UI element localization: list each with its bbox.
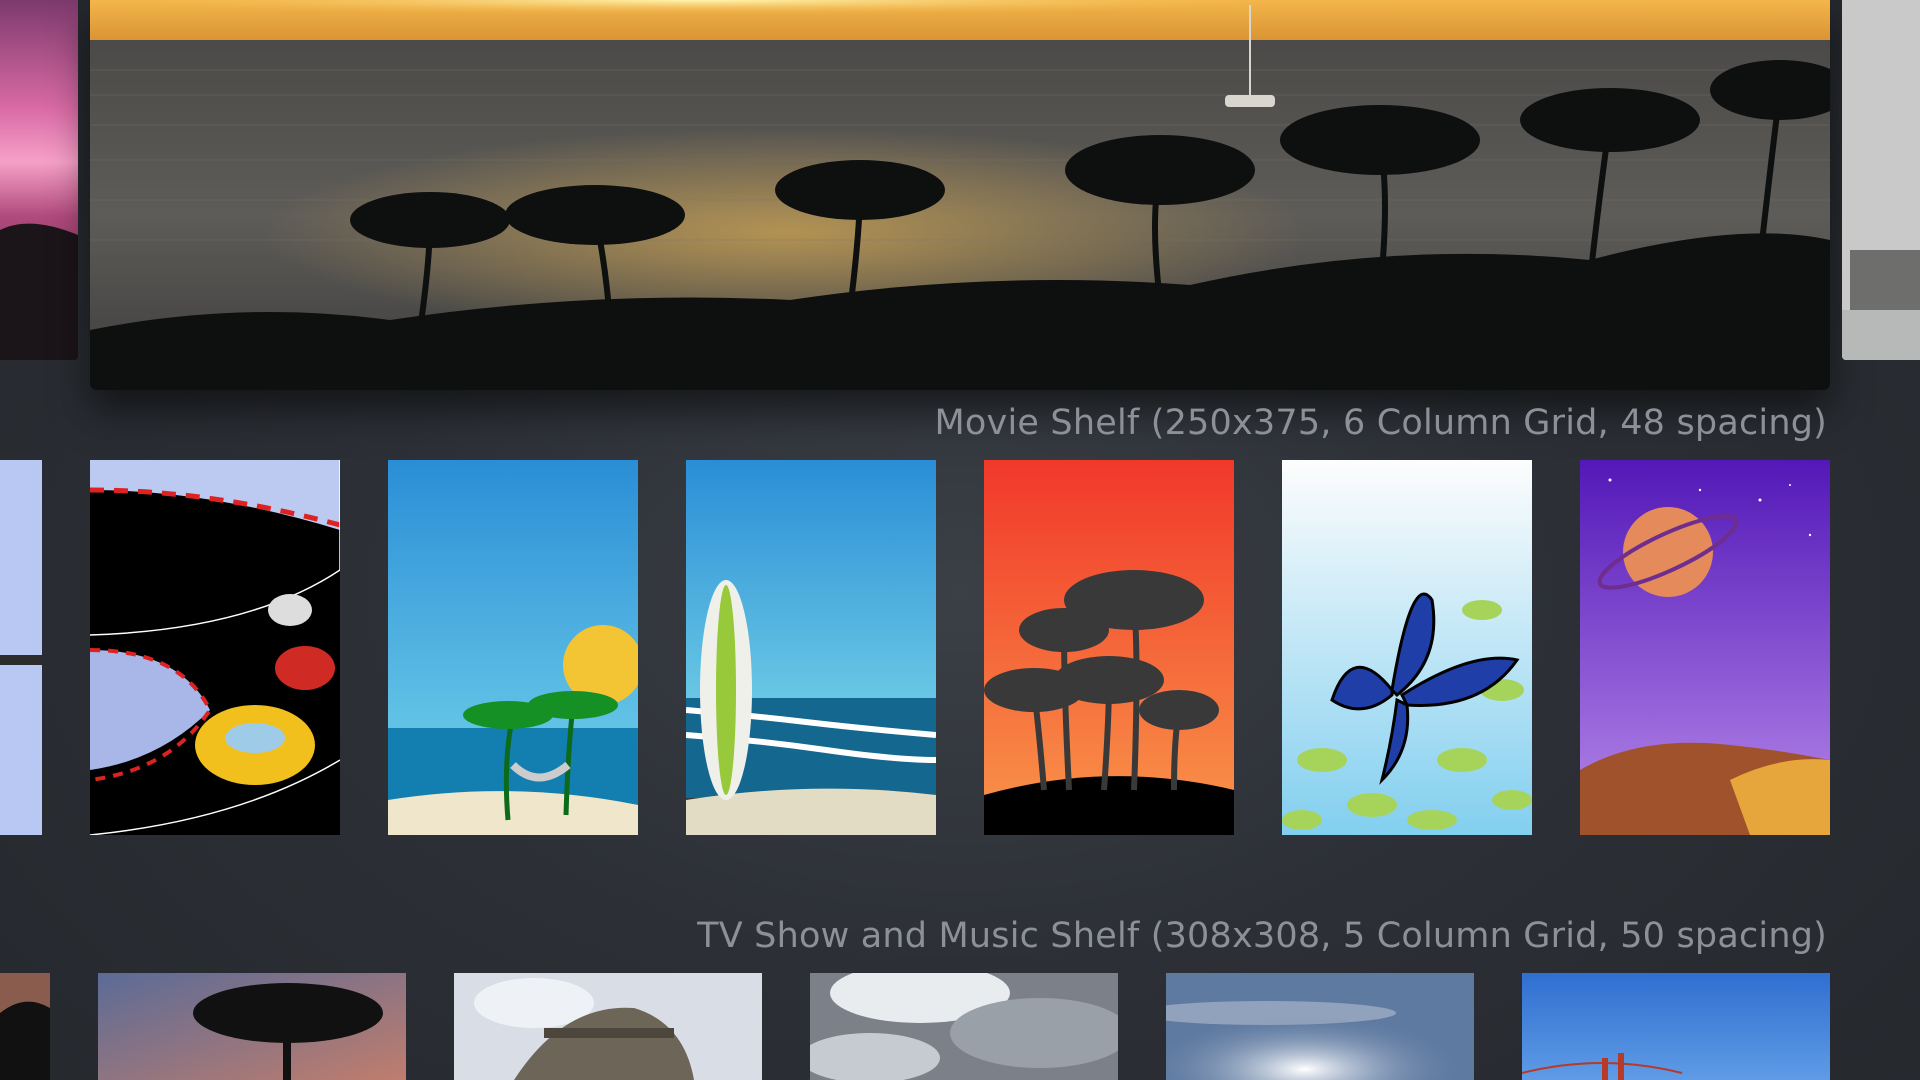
- tv-item-bridge[interactable]: [1522, 973, 1830, 1080]
- movie-poster-planet[interactable]: [1580, 460, 1830, 835]
- tv-item-sun-sky[interactable]: [1166, 973, 1474, 1080]
- top-shelf-focused-banner[interactable]: [90, 0, 1830, 390]
- movie-poster-surfboard[interactable]: [686, 460, 936, 835]
- movie-poster-beach-hammock[interactable]: [388, 460, 638, 835]
- movie-poster-butterfly[interactable]: [1282, 460, 1532, 835]
- tv-item-palm-dusk[interactable]: [98, 973, 406, 1080]
- tv-shelf-title: TV Show and Music Shelf (308x308, 5 Colu…: [697, 916, 1827, 956]
- movie-poster-left-peek[interactable]: [0, 460, 42, 835]
- movie-poster-palm-sunset[interactable]: [984, 460, 1234, 835]
- tv-item-left-peek[interactable]: [0, 973, 50, 1080]
- movie-shelf-title: Movie Shelf (250x375, 6 Column Grid, 48 …: [934, 403, 1827, 443]
- tv-item-waterwheel[interactable]: [454, 973, 762, 1080]
- movie-poster-race-car[interactable]: [90, 460, 340, 835]
- tv-item-clouds[interactable]: [810, 973, 1118, 1080]
- top-shelf-left-peek[interactable]: [0, 0, 78, 360]
- top-shelf-right-peek[interactable]: [1842, 0, 1920, 360]
